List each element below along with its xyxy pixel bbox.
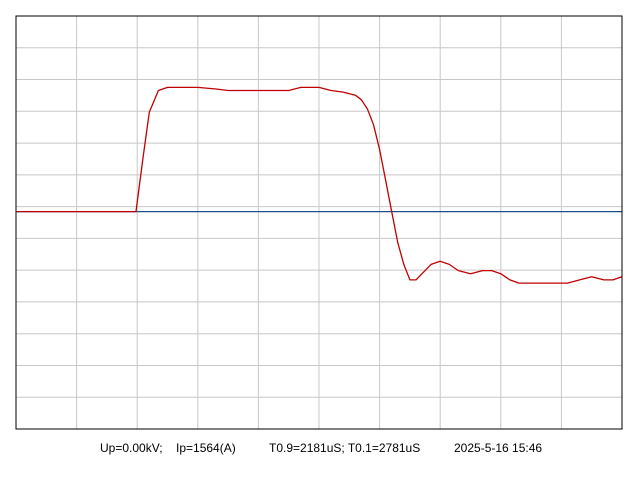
datetime-readout: 2025-5-16 15:46 [454,441,542,455]
current-readout: Ip=1564(A) [176,441,236,455]
display-background [0,0,640,480]
oscilloscope-display: Up=0.00kV; Ip=1564(A) T0.9=2181uS; T0.1=… [0,0,640,480]
time-readout: T0.9=2181uS; T0.1=2781uS [269,441,420,455]
voltage-readout: Up=0.00kV; [100,441,163,455]
